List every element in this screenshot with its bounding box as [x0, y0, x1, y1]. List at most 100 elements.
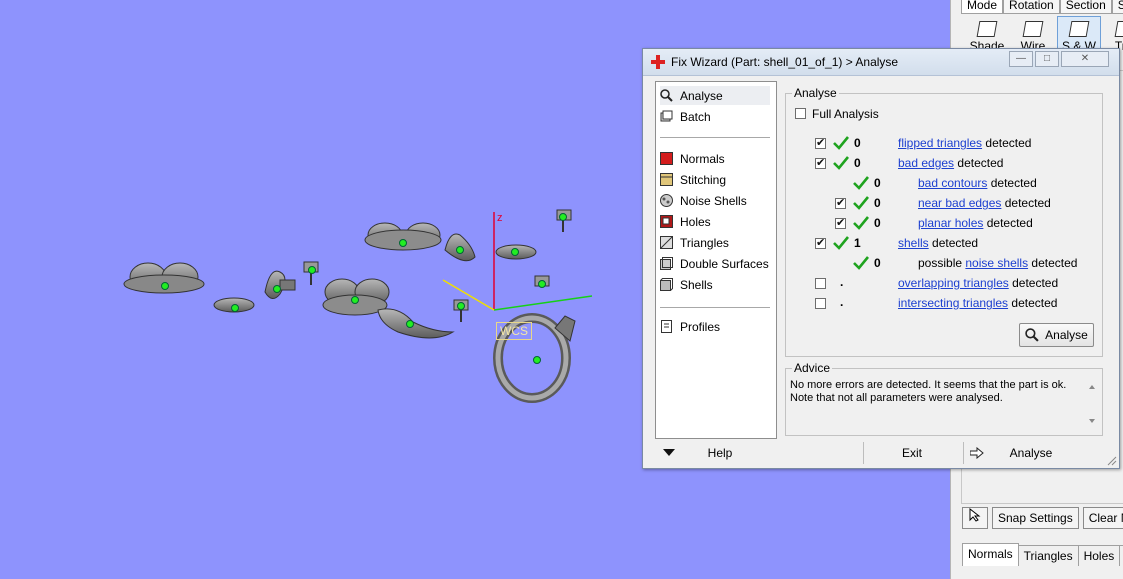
snap-settings-button[interactable]: Snap Settings — [992, 507, 1079, 529]
detected-text: detected — [1011, 296, 1058, 310]
tab-triangles[interactable]: Triangles — [1017, 545, 1079, 566]
flipped-triangles-checkbox[interactable] — [815, 136, 826, 149]
nav-item-normals[interactable]: Normals — [660, 149, 770, 168]
maximize-button[interactable]: □ — [1035, 51, 1059, 67]
nav-label: Batch — [680, 109, 711, 124]
detected-text: detected — [1031, 256, 1078, 270]
pin-part — [453, 299, 469, 322]
select-pointer-button[interactable] — [962, 507, 988, 529]
advice-group-label: Advice — [792, 361, 833, 375]
green-check-icon — [833, 236, 849, 250]
tab-holes[interactable]: Holes — [1077, 545, 1121, 566]
clear-marker-button[interactable]: Clear M — [1082, 507, 1123, 529]
triangles-mode-icon — [1114, 21, 1123, 37]
dialog-footer: Help Exit Analyse — [655, 442, 1095, 464]
exit-label: Exit — [901, 446, 922, 460]
green-check-icon — [853, 256, 869, 270]
overlapping-triangles-link[interactable]: overlapping triangles — [898, 276, 1009, 290]
flipped-triangles-count: 0 — [854, 136, 861, 150]
planar-holes-checkbox[interactable] — [835, 216, 846, 229]
nav-label: Triangles — [680, 235, 729, 250]
z-axis-label: z — [497, 212, 503, 224]
leaf-part — [213, 297, 255, 313]
nav-label: Double Surfaces — [680, 256, 769, 271]
pin-part — [556, 209, 572, 232]
detected-text: detected — [932, 236, 979, 250]
full-analysis-label: Full Analysis — [812, 107, 879, 121]
nav-item-profiles[interactable]: Profiles — [660, 317, 770, 336]
planar-holes-link[interactable]: planar holes — [918, 216, 983, 230]
panel-bottom-tabs: Normals Triangles Holes Po — [962, 543, 1123, 566]
nav-item-analyse[interactable]: Analyse — [660, 86, 770, 105]
detected-text: detected — [990, 176, 1037, 190]
bad-edges-count: 0 — [854, 156, 861, 170]
arrow-right-icon — [970, 447, 984, 459]
nav-item-shells[interactable]: Shells — [660, 275, 770, 294]
cursor-icon — [969, 507, 981, 522]
dialog-title: Fix Wizard (Part: shell_01_of_1) > Analy… — [671, 55, 899, 69]
red-cross-icon — [651, 55, 665, 69]
green-check-icon — [853, 216, 869, 230]
tab-normals[interactable]: Normals — [962, 543, 1019, 566]
detected-text: detected — [1012, 276, 1059, 290]
nav-label: Analyse — [680, 88, 723, 103]
nav-item-double-surfaces[interactable]: Double Surfaces — [660, 254, 770, 273]
bad-contours-link[interactable]: bad contours — [918, 176, 987, 190]
shells-link[interactable]: shells — [898, 236, 929, 250]
bad-edges-link[interactable]: bad edges — [898, 156, 954, 170]
resize-grip-icon[interactable] — [1107, 456, 1117, 466]
nav-item-holes[interactable]: Holes — [660, 212, 770, 231]
wire-icon — [1022, 21, 1044, 37]
intersecting-triangles-checkbox[interactable] — [815, 298, 826, 309]
magnifier-icon — [1025, 328, 1039, 342]
nav-item-batch[interactable]: Batch — [660, 107, 770, 126]
double-surfaces-icon — [660, 257, 673, 270]
tab-sup[interactable]: Sup — [1111, 0, 1123, 14]
advice-scrollbar[interactable] — [1086, 379, 1098, 429]
nav-label: Holes — [680, 214, 711, 229]
wcs-label: WCS — [496, 322, 532, 340]
full-analysis-checkbox[interactable] — [795, 108, 806, 119]
near-bad-edges-link[interactable]: near bad edges — [918, 196, 1001, 210]
clasp-part — [264, 270, 296, 299]
tab-rotation[interactable]: Rotation — [1003, 0, 1060, 14]
planar-holes-count: 0 — [874, 216, 881, 230]
noise-shells-icon — [660, 194, 673, 207]
nav-item-noise-shells[interactable]: Noise Shells — [660, 191, 770, 210]
nav-label: Profiles — [680, 319, 721, 334]
tab-po[interactable]: Po — [1119, 545, 1123, 566]
wizard-nav-list: Analyse Batch Normals Stitching Noise Sh… — [655, 81, 777, 439]
nav-item-stitching[interactable]: Stitching — [660, 170, 770, 189]
intersecting-triangles-link[interactable]: intersecting triangles — [898, 296, 1008, 310]
close-button[interactable]: ✕ — [1061, 51, 1109, 67]
noise-shells-link[interactable]: noise shells — [965, 256, 1028, 270]
overlapping-triangles-checkbox[interactable] — [815, 278, 826, 289]
near-bad-edges-checkbox[interactable] — [835, 196, 846, 209]
dialog-titlebar[interactable]: Fix Wizard (Part: shell_01_of_1) > Analy… — [643, 49, 1119, 76]
detected-text: detected — [986, 216, 1033, 230]
help-button[interactable]: Help — [655, 442, 775, 464]
shells-checkbox[interactable] — [815, 236, 826, 249]
nav-divider — [660, 137, 770, 138]
flipped-triangles-link[interactable]: flipped triangles — [898, 136, 982, 150]
nav-label: Stitching — [680, 172, 727, 187]
tab-mode[interactable]: Mode — [961, 0, 1004, 14]
advice-text: No more errors are detected. It seems th… — [790, 379, 1067, 404]
footer-analyse-button[interactable]: Analyse — [963, 442, 1088, 464]
triangle-down-icon — [663, 449, 675, 456]
analyse-button[interactable]: Analyse — [1019, 323, 1094, 347]
near-bad-edges-count: 0 — [874, 196, 881, 210]
shade-wire-icon — [1068, 21, 1090, 37]
tab-section[interactable]: Section — [1059, 0, 1112, 14]
holes-icon — [660, 215, 673, 228]
exit-button[interactable]: Exit — [863, 442, 960, 464]
footer-analyse-label: Analyse — [1009, 446, 1053, 460]
pin-part — [534, 275, 550, 288]
bad-edges-checkbox[interactable] — [815, 156, 826, 169]
view-mode-tabs: Mode Rotation Section Sup — [961, 0, 1123, 14]
detected-text: detected — [957, 156, 1004, 170]
nav-item-triangles[interactable]: Triangles — [660, 233, 770, 252]
minimize-button[interactable]: — — [1009, 51, 1033, 67]
nav-label: Shells — [680, 277, 713, 292]
help-label: Help — [707, 446, 733, 460]
